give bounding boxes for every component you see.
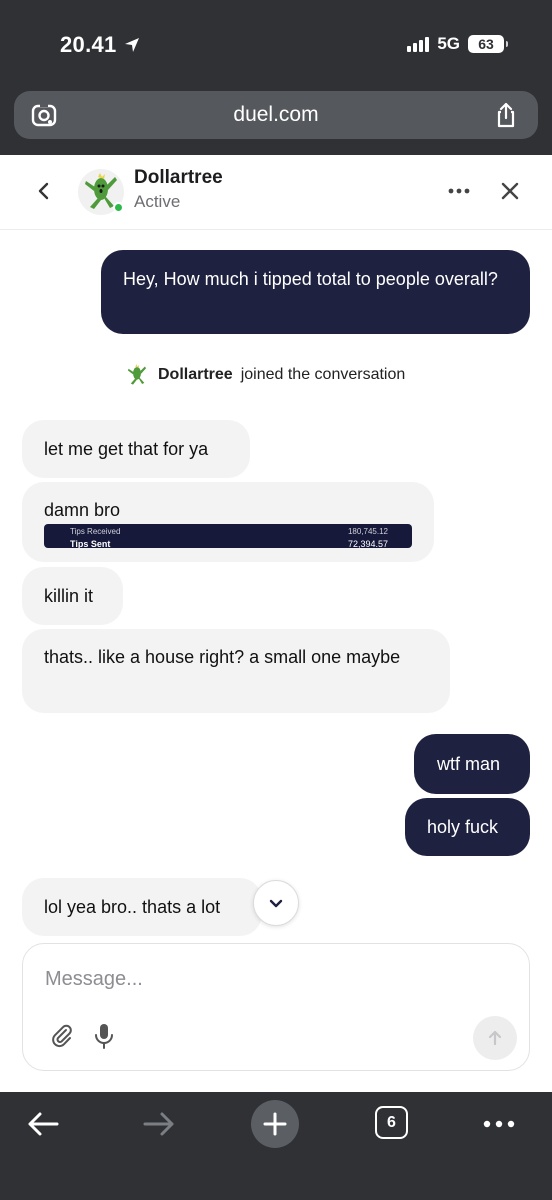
arrow-left-icon: [28, 1112, 59, 1136]
menu-button[interactable]: [474, 1102, 524, 1146]
browser-bottom-toolbar: 6: [0, 1092, 552, 1200]
location-arrow-icon: [124, 38, 139, 52]
tab-count: 6: [387, 1113, 396, 1131]
message-text: damn bro: [44, 500, 121, 520]
message-text: let me get that for ya: [44, 439, 209, 459]
new-tab-button[interactable]: [251, 1100, 299, 1148]
message-text: wtf man: [437, 754, 501, 774]
message-bubble: Hey, How much i tipped total to people o…: [101, 250, 530, 334]
message-bubble: wtf man: [414, 734, 530, 794]
arrow-right-icon: [143, 1112, 174, 1136]
share-icon[interactable]: [492, 101, 520, 129]
message-text: thats.. like a house right? a small one …: [44, 647, 401, 667]
message-bubble: holy fuck: [405, 798, 530, 856]
cactuar-avatar-icon: [127, 364, 147, 385]
message-input[interactable]: [45, 964, 485, 994]
system-note: Dollartree joined the conversation: [124, 362, 405, 388]
message-text: killin it: [44, 586, 94, 606]
battery-icon: 63: [468, 35, 508, 53]
address-url[interactable]: duel.com: [14, 103, 538, 127]
paperclip-icon[interactable]: [49, 1022, 75, 1048]
signal-icon: [407, 36, 430, 52]
status-time: 20.41: [60, 32, 141, 58]
browser-top-chrome: 20.41 5G 63 duel.com: [0, 0, 552, 155]
scroll-down-button[interactable]: [253, 880, 299, 926]
status-right: 5G 63: [407, 34, 508, 54]
message-composer: [22, 943, 530, 1071]
battery-level: 63: [478, 36, 494, 52]
message-text: lol yea bro.. thats a lot: [44, 897, 221, 917]
address-bar[interactable]: duel.com: [14, 91, 538, 139]
arrow-up-icon: [488, 1030, 502, 1046]
message-bubble: lol yea bro.. thats a lot: [22, 878, 262, 936]
network-type: 5G: [437, 34, 460, 53]
status-time-text: 20.41: [60, 32, 117, 57]
microphone-icon[interactable]: [91, 1022, 117, 1050]
message-bubble: killin it: [22, 567, 123, 625]
message-text: holy fuck: [427, 817, 499, 837]
contact-status: Active: [134, 192, 181, 211]
close-icon[interactable]: [496, 177, 524, 205]
chevron-left-icon[interactable]: [30, 177, 58, 205]
message-bubble: thats.. like a house right? a small one …: [22, 629, 450, 713]
online-indicator: [113, 202, 124, 213]
system-note-name: Dollartree: [158, 366, 233, 383]
back-button[interactable]: [18, 1102, 68, 1146]
message-bubble: let me get that for ya: [22, 420, 250, 478]
avatar[interactable]: [78, 169, 124, 215]
ellipsis-icon[interactable]: [444, 179, 474, 203]
chevron-down-icon: [269, 899, 283, 908]
system-note-text: joined the conversation: [240, 366, 406, 383]
app-root: 20.41 5G 63 duel.com Dollartree Active H…: [0, 0, 552, 1200]
tips-sent-label: Tips Sent: [70, 539, 111, 548]
forward-button[interactable]: [134, 1102, 184, 1146]
message-text: Hey, How much i tipped total to people o…: [123, 269, 498, 289]
tab-count-button[interactable]: 6: [375, 1106, 408, 1139]
plus-icon: [263, 1112, 287, 1136]
tips-screenshot[interactable]: Tips Received 180,745.12 Tips Sent 72,39…: [44, 524, 412, 548]
ellipsis-icon: [483, 1120, 515, 1128]
send-button[interactable]: [473, 1016, 517, 1060]
contact-name: Dollartree: [134, 167, 223, 188]
chat-header: Dollartree Active: [0, 155, 552, 230]
message-bubble: damn bro Tips Received 180,745.12 Tips S…: [22, 482, 434, 562]
tips-sent-value: 72,394.57: [347, 539, 388, 548]
